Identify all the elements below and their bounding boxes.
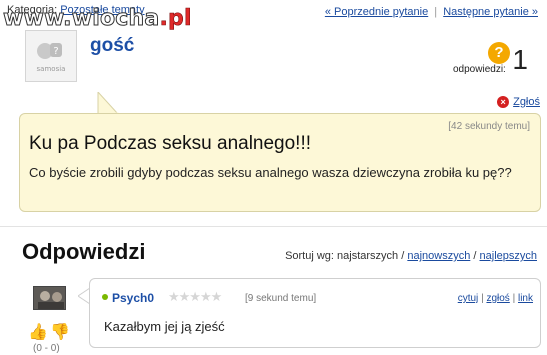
online-status-icon (102, 294, 108, 300)
sort-controls: Sortuj wg: najstarszych / najnowszych / … (285, 250, 537, 262)
asker-avatar[interactable]: ? samosia (25, 30, 77, 82)
report-answer-link[interactable]: zgłoś (486, 293, 509, 304)
rating-stars-icon[interactable]: ★★★★★ (168, 289, 222, 305)
answer-timestamp: [9 sekund temu] (245, 293, 317, 304)
avatar-caption: samosia (37, 65, 66, 73)
prev-question-link[interactable]: « Poprzednie pytanie (325, 6, 428, 18)
question-mark-icon: ? (488, 42, 510, 64)
default-avatar-icon: ? samosia (26, 31, 76, 81)
vote-count: (0 - 0) (33, 343, 60, 354)
x-circle-icon: × (497, 96, 510, 108)
watermark-tld: .pl (159, 6, 192, 32)
sort-best-link[interactable]: najlepszych (480, 250, 537, 262)
section-divider (0, 226, 547, 227)
answer-avatar[interactable] (33, 286, 66, 310)
question-bubble: [42 sekundy temu] Ku pa Podczas seksu an… (19, 113, 541, 212)
answers-count: 1 (512, 44, 528, 75)
answer-actions: cytuj | zgłoś | link (458, 293, 533, 304)
quote-link[interactable]: cytuj (458, 293, 479, 304)
question-timestamp: [42 sekundy temu] (448, 121, 530, 132)
next-question-link[interactable]: Następne pytanie » (443, 6, 538, 18)
answer-bubble: Psych0 ★★★★★ [9 sekund temu] cytuj | zgł… (89, 278, 541, 348)
asker-name[interactable]: gość (90, 35, 134, 57)
question-navigation: « Poprzednie pytanie | Następne pytanie … (325, 6, 538, 18)
answer-permalink[interactable]: link (518, 293, 533, 304)
answer-text: Kazałbym jej ją zjeść (104, 319, 225, 334)
answers-heading: Odpowiedzi (22, 239, 146, 264)
sort-label: Sortuj wg: najstarszych / (285, 250, 405, 262)
answers-label: odpowiedzi: (453, 64, 506, 75)
action-separator: | (481, 293, 484, 304)
nav-separator: | (434, 6, 438, 18)
answer-username[interactable]: Psych0 (112, 291, 154, 305)
sort-separator: / (473, 250, 477, 262)
report-question-link[interactable]: Zgłoś (513, 96, 540, 108)
thumbs-down-icon[interactable]: 👎 (50, 322, 70, 342)
sort-newest-link[interactable]: najnowszych (407, 250, 470, 262)
report-question[interactable]: × Zgłoś (497, 96, 540, 108)
thumbs-up-icon[interactable]: 👍 (28, 322, 48, 342)
question-body: Co byście zrobili gdyby podczas seksu an… (29, 165, 512, 180)
watermark-logo: www.wiocha.pl (2, 6, 192, 32)
vote-controls: 👍 👎 (28, 322, 70, 342)
question-title: Ku pa Podczas seksu analnego!!! (29, 133, 312, 154)
svg-text:?: ? (53, 46, 58, 57)
watermark-main: www.wiocha (2, 6, 160, 32)
action-separator: | (512, 293, 516, 304)
